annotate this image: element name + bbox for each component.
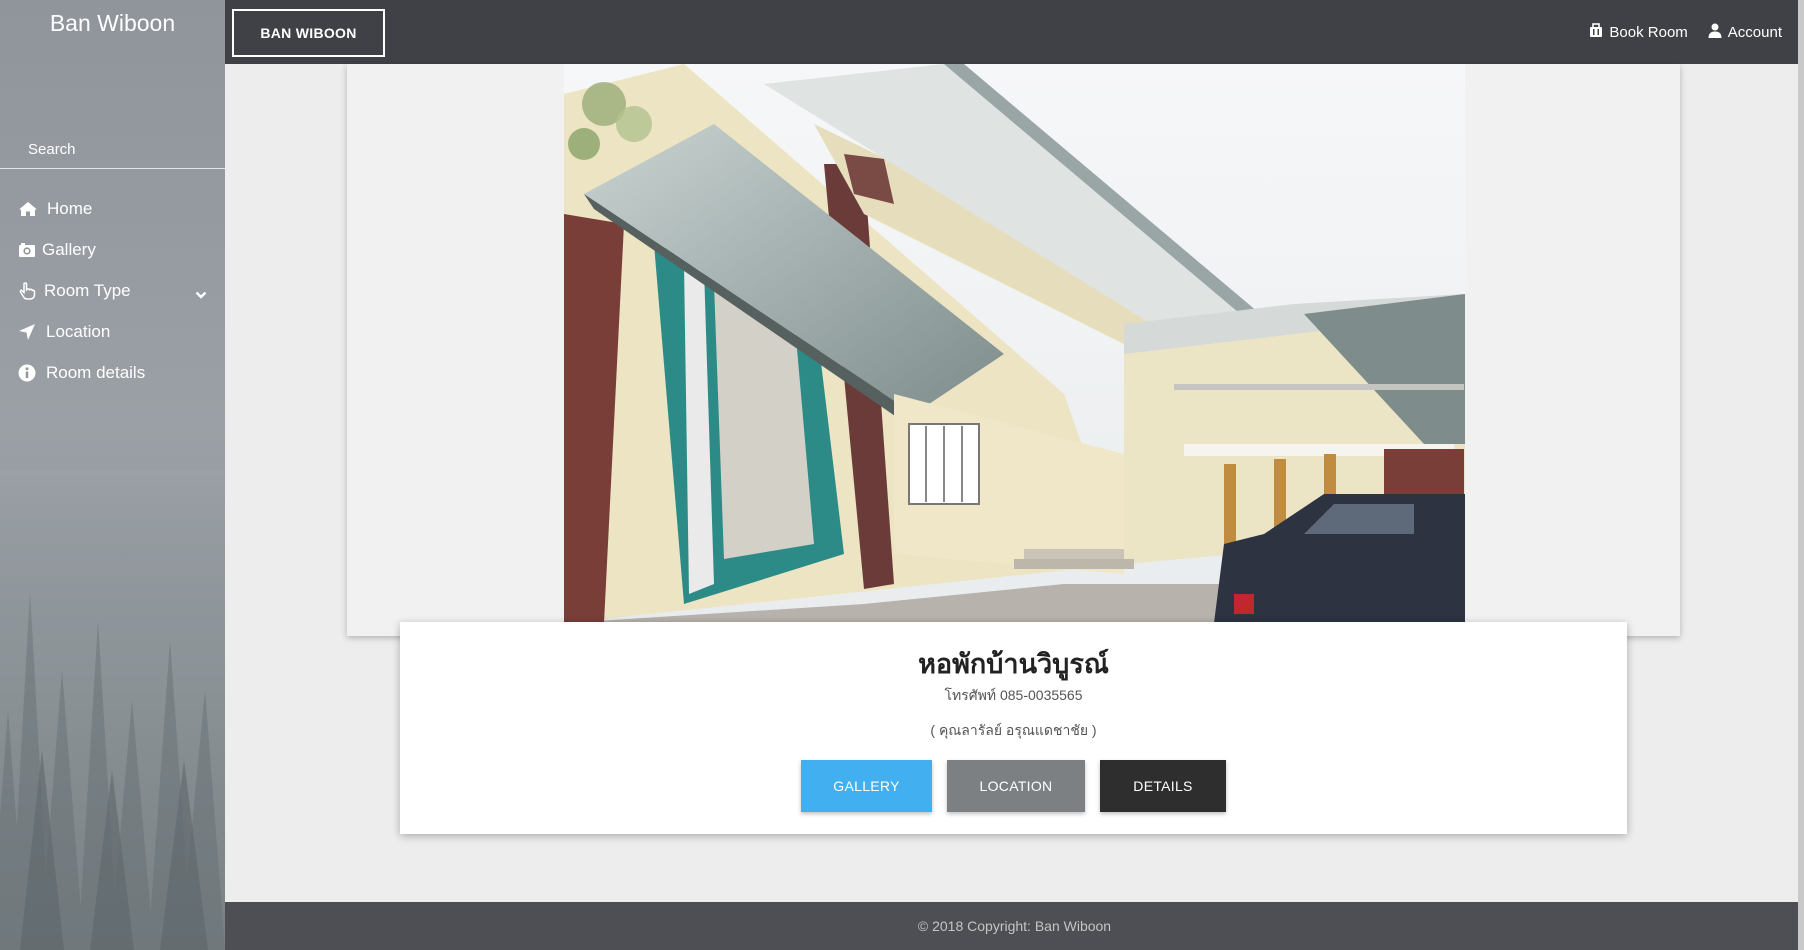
user-icon	[1708, 23, 1722, 42]
chevron-down-icon[interactable]	[195, 284, 207, 304]
details-button[interactable]: DETAILS	[1100, 760, 1226, 812]
book-room-label: Book Room	[1609, 23, 1688, 41]
phone-number: โทรศัพท์ 085-0035565	[944, 687, 1083, 703]
sidebar-item-label: Room details	[46, 362, 146, 382]
search-bar	[0, 128, 225, 169]
account-link[interactable]: Account	[1708, 23, 1782, 42]
search-input[interactable]	[26, 140, 210, 159]
building-image	[564, 64, 1465, 623]
dormitory-name: หอพักบ้านวิบูรณ์	[918, 649, 1109, 679]
sidebar-item-room-details[interactable]: Room details	[0, 352, 225, 393]
suitcase-icon	[1589, 22, 1603, 42]
sidebar-menu: Home Gallery Room Type Location Room det…	[0, 188, 225, 393]
location-arrow-icon	[18, 323, 40, 341]
scrollbar-thumb[interactable]	[1798, 0, 1804, 950]
location-button[interactable]: LOCATION	[947, 760, 1085, 812]
sidebar-item-label: Home	[47, 198, 93, 218]
dormitory-building-photo	[564, 64, 1465, 623]
page-scrollbar[interactable]	[1798, 0, 1804, 950]
sidebar-item-label: Location	[46, 321, 111, 341]
sidebar-item-label: Gallery	[42, 239, 96, 259]
info-card: หอพักบ้านวิบูรณ์ โทรศัพท์ 085-0035565 ( …	[400, 622, 1627, 834]
hand-pointer-icon	[18, 281, 40, 300]
sidebar: Ban Wiboon Home Gallery Room Type	[0, 0, 225, 950]
gallery-button[interactable]: GALLERY	[801, 760, 932, 812]
sidebar-item-gallery[interactable]: Gallery	[0, 229, 225, 270]
sidebar-item-label: Room Type	[44, 280, 131, 300]
footer: © 2018 Copyright: Ban Wiboon	[225, 902, 1804, 950]
top-navbar: BAN WIBOON Book Room Account	[225, 0, 1804, 64]
book-room-link[interactable]: Book Room	[1589, 22, 1688, 42]
info-circle-icon	[18, 364, 40, 382]
sidebar-item-room-type[interactable]: Room Type	[0, 270, 225, 311]
copyright-text: © 2018 Copyright: Ban Wiboon	[917, 918, 1112, 934]
forest-background-image	[0, 470, 225, 950]
home-icon	[18, 200, 40, 218]
sidebar-item-home[interactable]: Home	[0, 188, 225, 229]
camera-icon	[18, 241, 40, 259]
sidebar-item-location[interactable]: Location	[0, 311, 225, 352]
navbar-links: Book Room Account	[1589, 0, 1782, 64]
owner-name: ( คุณลารัลย์ อรุณแดชาชัย )	[930, 722, 1097, 738]
account-label: Account	[1727, 23, 1782, 41]
brand-title[interactable]: Ban Wiboon	[0, 10, 225, 37]
site-title-button[interactable]: BAN WIBOON	[232, 9, 385, 57]
